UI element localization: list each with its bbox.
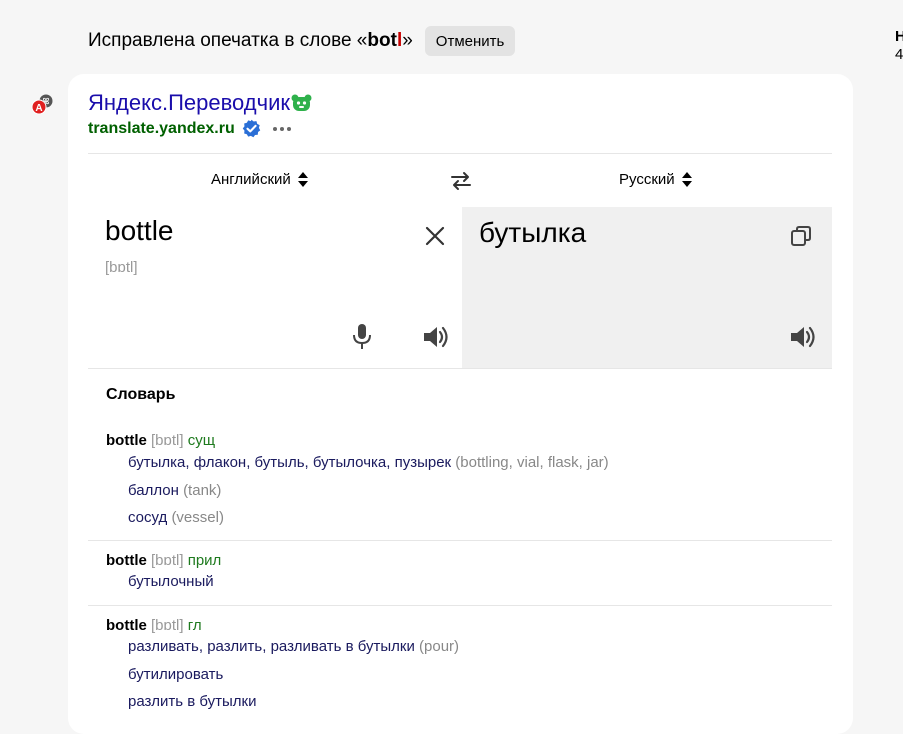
result-title-text[interactable]: Яндекс.Переводчик — [88, 90, 290, 116]
entry-headword: bottle — [106, 432, 147, 449]
sense-gloss: (vessel) — [171, 509, 224, 526]
result-title[interactable]: Яндекс.Переводчик — [88, 90, 312, 116]
sense-translation: сосуд — [128, 509, 168, 526]
target-language-select[interactable]: Русский — [619, 171, 692, 188]
sense-translation: бутылочный — [128, 573, 214, 590]
entry-transcription: [bɒtl] — [151, 552, 184, 569]
source-transcription: [bɒtl] — [105, 259, 138, 276]
right-cut-line1: Н — [895, 28, 903, 45]
divider — [88, 368, 832, 369]
divider — [88, 153, 832, 154]
dictionary-sense: бутылка, флакон, бутыль, бутылочка, пузы… — [128, 454, 609, 471]
copy-icon[interactable] — [789, 224, 813, 248]
source-language-select[interactable]: Английский — [211, 171, 308, 188]
entry-part-of-speech: прил — [187, 552, 222, 569]
sort-arrows-icon — [297, 172, 308, 187]
typo-word-correct: bot — [367, 30, 397, 51]
sense-translation: разливать, разлить, разливать в бутылки — [128, 638, 415, 655]
typo-correction-bar: Исправлена опечатка в слове «botl» Отмен… — [88, 26, 516, 56]
entry-part-of-speech: сущ — [187, 432, 216, 449]
sense-translation: бутилировать — [128, 666, 224, 683]
sense-translation: бутылка, флакон, бутыль, бутылочка, пузы… — [128, 454, 452, 471]
sense-gloss: (pour) — [419, 638, 460, 655]
entry-headword: bottle — [106, 552, 147, 569]
typo-word: botl — [367, 30, 402, 51]
dictionary-entry-header: bottle [bɒtl] прил — [106, 552, 221, 569]
undo-button[interactable]: Отменить — [424, 26, 516, 56]
target-text-pane: бутылка — [462, 207, 832, 368]
entry-transcription: [bɒtl] — [151, 432, 184, 449]
verified-icon — [242, 119, 260, 138]
dictionary-sense: бутылочный — [128, 573, 214, 590]
result-url-text[interactable]: translate.yandex.ru — [88, 120, 235, 138]
sense-gloss: (bottling, vial, flask, jar) — [455, 454, 609, 471]
entry-headword: bottle — [106, 617, 147, 634]
dictionary-sense: разливать, разлить, разливать в бутылки … — [128, 638, 459, 655]
speaker-icon[interactable] — [421, 322, 451, 352]
search-result-card: Яндекс.Переводчик translate.yandex.ru Ан… — [68, 74, 853, 734]
logo-icon — [291, 94, 312, 111]
right-cut-line2: 4 — [895, 46, 903, 63]
typo-message: Исправлена опечатка в слове «botl» — [88, 30, 413, 52]
source-language-label[interactable]: Английский — [211, 171, 291, 188]
source-text-input[interactable]: bottle — [105, 215, 174, 247]
sense-translation: разлить в бутылки — [128, 693, 257, 710]
speaker-icon[interactable] — [788, 322, 818, 352]
dictionary-sense: сосуд (vessel) — [128, 509, 224, 526]
target-text-output: бутылка — [479, 217, 587, 248]
typo-prefix: Исправлена опечатка в слове « — [88, 30, 368, 51]
dictionary-sense: разлить в бутылки — [128, 693, 256, 710]
svg-text:A: A — [35, 103, 42, 114]
close-icon[interactable] — [423, 224, 447, 248]
sense-gloss: (tank) — [183, 482, 222, 499]
dictionary-entry-header: bottle [bɒtl] гл — [106, 617, 202, 634]
result-url[interactable]: translate.yandex.ru — [88, 119, 292, 138]
right-panel-cut: Н 4 — [895, 28, 903, 64]
dictionary-entry-header: bottle [bɒtl] сущ — [106, 432, 215, 449]
dictionary-title: Словарь — [106, 386, 176, 403]
extension-badge-icon[interactable]: ꕤ A — [31, 93, 55, 117]
microphone-icon[interactable] — [350, 322, 374, 352]
dictionary-sense: бутилировать — [128, 666, 223, 683]
sort-arrows-icon — [681, 172, 692, 187]
divider — [88, 605, 832, 606]
dictionary-sense: баллон (tank) — [128, 482, 221, 499]
entry-transcription: [bɒtl] — [151, 617, 184, 634]
source-text-pane[interactable]: bottle [bɒtl] — [88, 207, 462, 368]
target-language-label[interactable]: Русский — [619, 171, 675, 188]
more-icon[interactable] — [272, 126, 292, 132]
divider — [88, 540, 832, 541]
sense-translation: баллон — [128, 482, 179, 499]
swap-icon[interactable] — [450, 170, 472, 192]
typo-suffix: » — [402, 30, 413, 51]
entry-part-of-speech: гл — [187, 617, 202, 634]
